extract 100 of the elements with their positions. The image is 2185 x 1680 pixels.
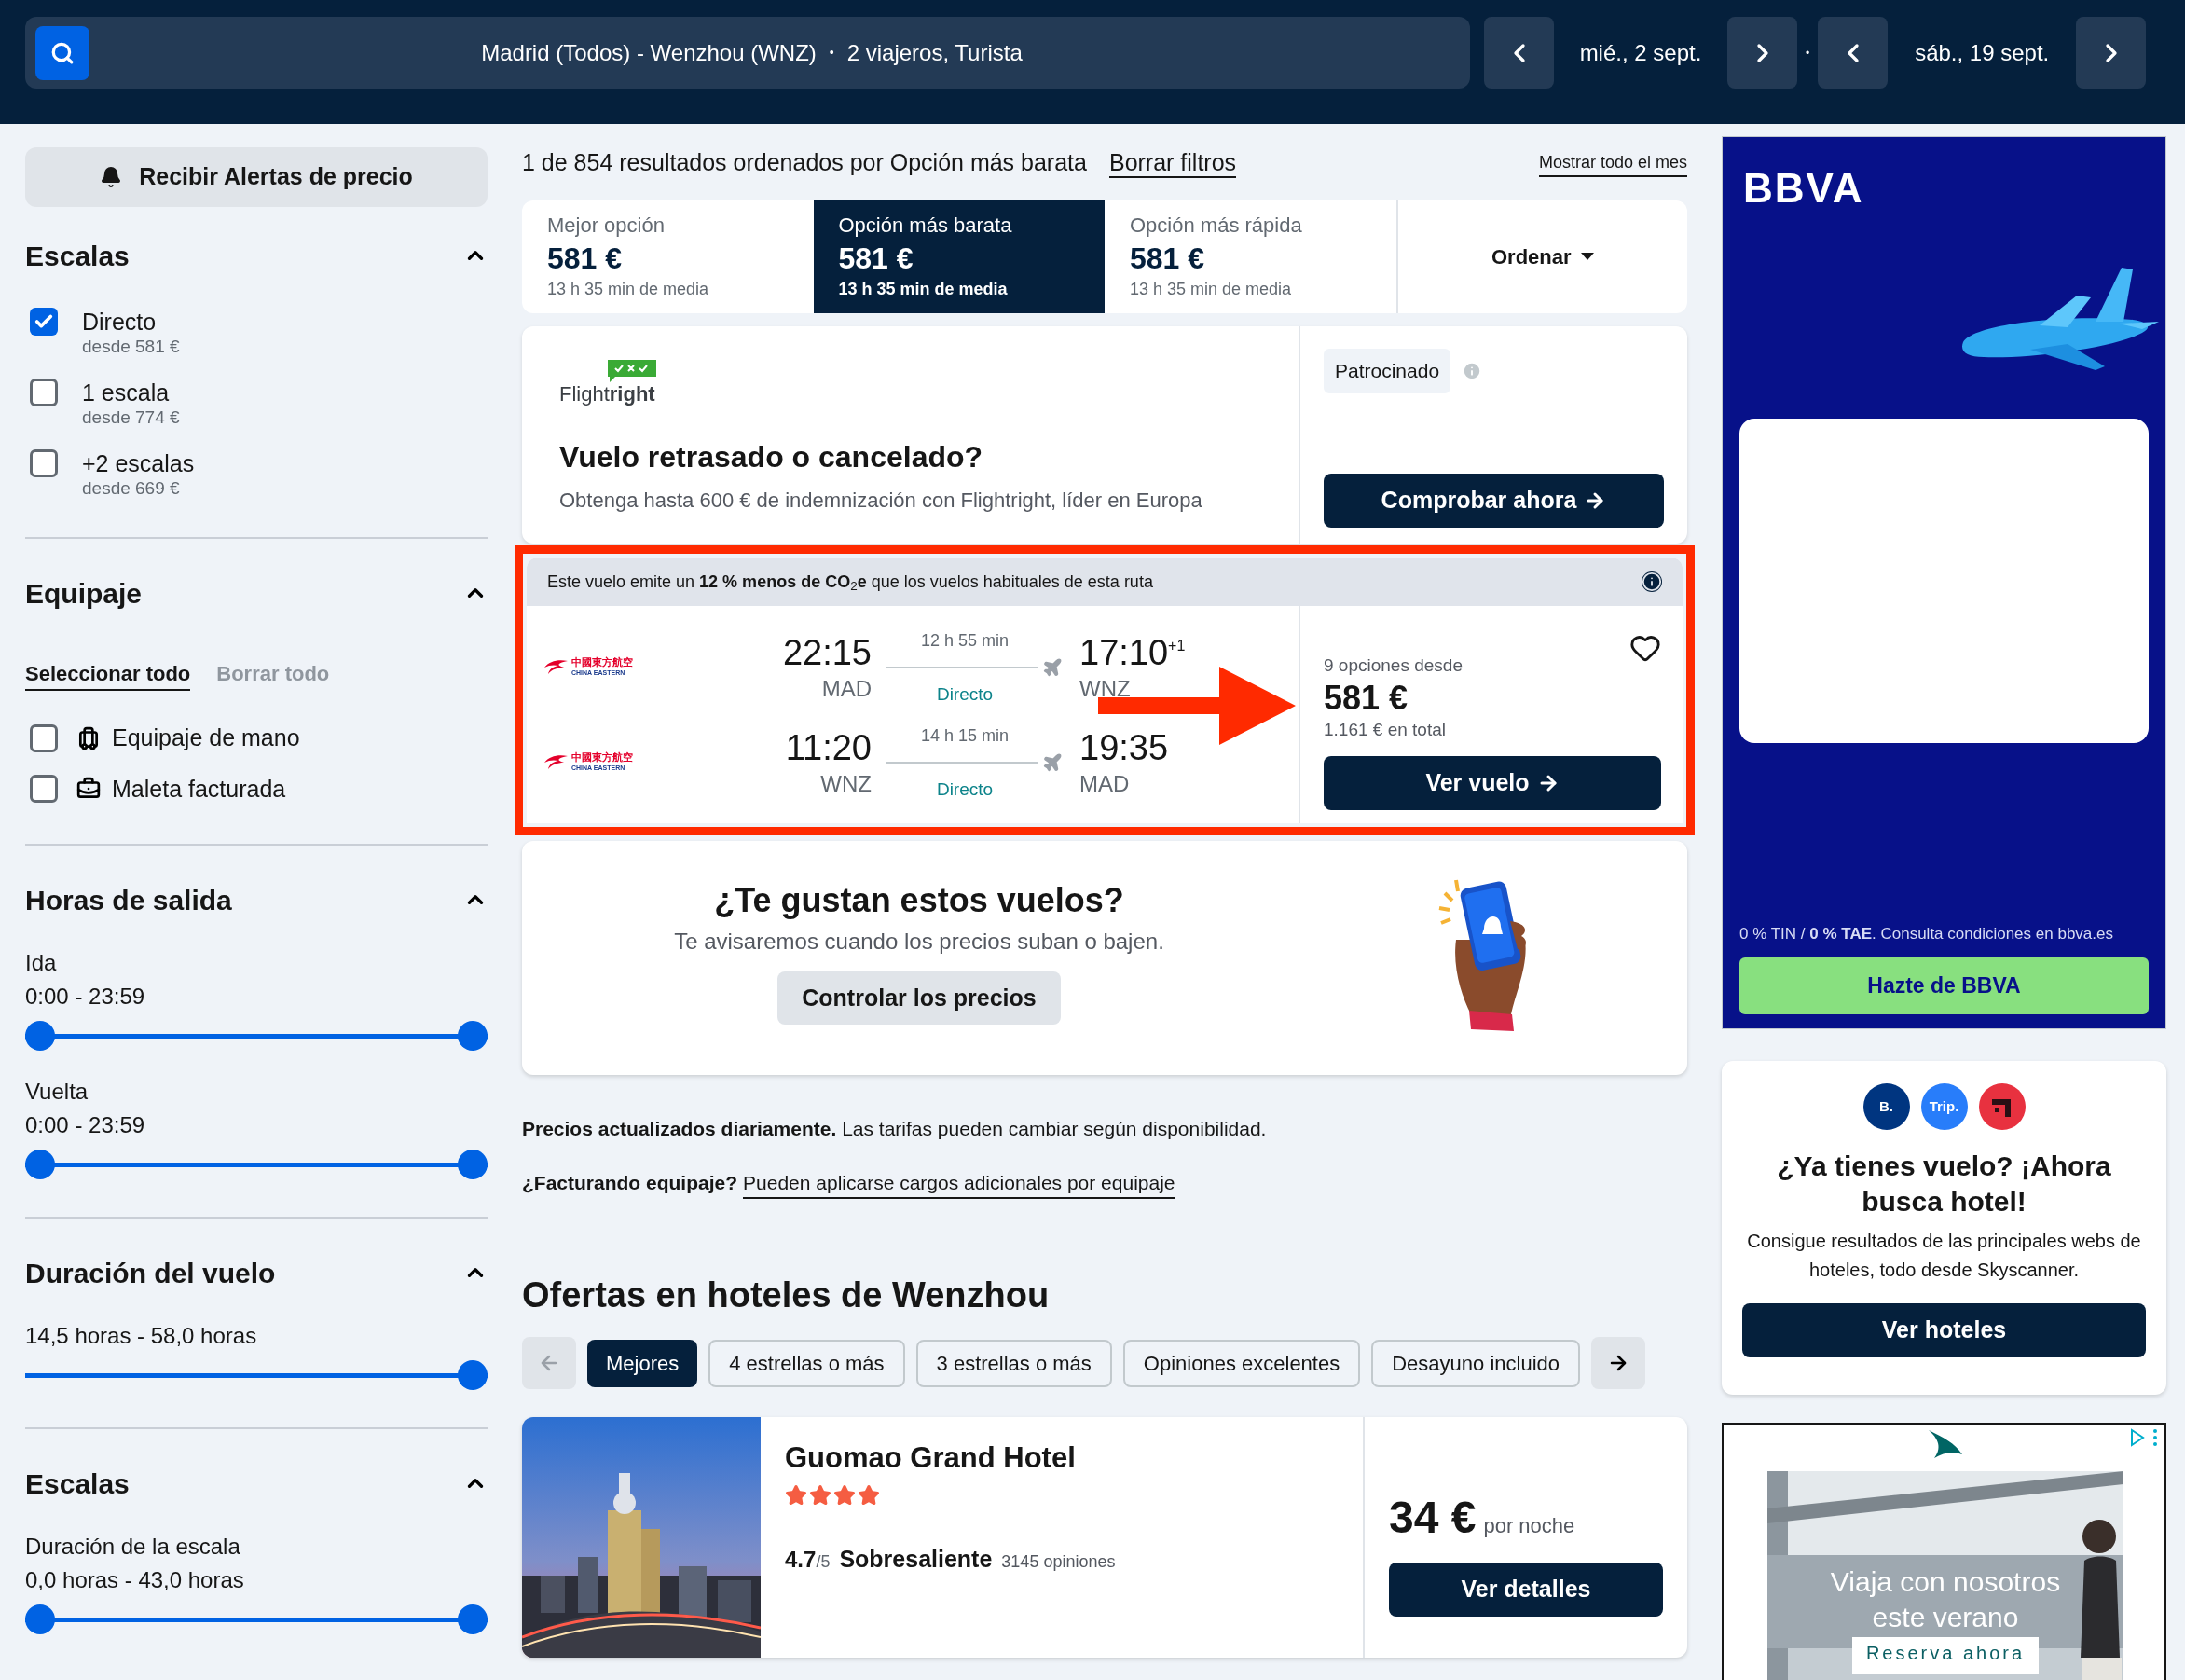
price-alert-title: ¿Te gustan estos vuelos? [714,880,1124,921]
clear-filters-link[interactable]: Borrar filtros [1108,148,1237,178]
filter-chip[interactable]: Desayuno incluido [1371,1339,1580,1387]
option-price: desde 669 € [82,477,181,500]
price-alert-text: Te avisaremos cuando los precios suban o bajen. [674,928,1164,956]
departure-time: 22:15 [782,631,872,674]
sponsored-title: Vuelo retrasado o cancelado? [559,439,984,475]
filter-heading: Horas de salida [25,883,232,917]
star-icon [858,1484,880,1507]
sort-dropdown[interactable]: Ordenar [1491,241,1594,272]
review-count: 3145 opiniones [1001,1551,1116,1573]
checkbox[interactable] [30,308,58,336]
slider-handle[interactable] [458,1604,488,1634]
sort-tab[interactable]: Mejor opción 581 € 13 h 35 min de media [522,200,814,313]
show-month-link[interactable]: Mostrar todo el mes [1538,149,1687,177]
total-price: 1.161 € en total [1324,718,1447,741]
slider-handle[interactable] [458,1021,488,1051]
return-date[interactable]: sáb., 19 sept. [1888,17,2077,89]
slider-handle[interactable] [25,1604,55,1634]
separator-dot: • [1806,45,1810,62]
partner-logo: B. [1862,1083,1910,1130]
speech-bubble-logo-icon [608,360,656,382]
sort-tab[interactable]: Opción más rápida 581 € 13 h 35 min de media [1105,200,1396,313]
slider-label: Duración de la escala [25,1533,241,1561]
star-icon [785,1484,807,1507]
options-count: 9 opciones desde [1324,654,1463,677]
review-score: 4.7/5 [785,1546,831,1574]
hotel-promo-text: Consigue resultados de las principales webs de hoteles, todo desde Skyscanner. [1746,1230,2142,1282]
option-label: 1 escala [82,379,171,406]
emissions-note: Este vuelo emite un 12 % menos de CO$_{2}$e que los vuelos habituales de esta ruta [547,571,1153,595]
departure-time: 11:20 [785,726,872,769]
scroll-right-button[interactable] [1591,1337,1645,1389]
filter-chip[interactable]: Opiniones excelentes [1122,1339,1361,1387]
hotel-promo-title: ¿Ya tienes vuelo? ¡Ahora busca hotel! [1776,1150,2112,1219]
view-flight-button[interactable]: Ver vuelo [1324,756,1661,810]
prices-note: Precios actualizados diariamente. Las tarifas pueden cambiar según disponibilidad. [522,1117,1268,1141]
partner-logo-icon [1978,1083,2026,1130]
slider-handle[interactable] [458,1150,488,1179]
search-summary-field[interactable]: Madrid (Todos) - Wenzhou (WNZ) • 2 viajeros, Turista [25,17,1470,89]
slider-range-text: 0:00 - 23:59 [25,983,146,1011]
filter-heading: Escalas [25,1467,130,1501]
price-unit: por noche [1483,1513,1575,1539]
sponsored-text: Obtenga hasta 600 € de indemnización con Flightright, líder en Europa [559,488,1203,514]
checkbox[interactable] [30,723,58,752]
price-alert-button[interactable]: Recibir Alertas de precio [25,147,488,207]
slider-label: Vuelta [25,1078,89,1106]
search-icon[interactable] [35,25,89,80]
caret-icon [1580,253,1594,261]
check-now-button[interactable]: Comprobar ahora [1324,473,1664,528]
option-label: Maleta facturada [112,774,286,804]
option-label: Equipaje de mano [112,723,300,752]
info-icon [1642,571,1662,592]
airport-code: WNZ [820,769,872,798]
filter-chip[interactable]: 3 estrellas o más [915,1339,1112,1387]
bell-icon [100,166,123,188]
airport-code: MAD [1079,769,1130,798]
flight-duration: 12 h 55 min [920,629,1010,652]
sort-tab[interactable]: Opción más barata 581 € 13 h 35 min de media [813,200,1105,313]
checkbox[interactable] [30,379,58,406]
hotel-price: 34 € [1389,1494,1477,1542]
airport-code: WNZ [1079,674,1131,703]
departure-date[interactable]: mié., 2 sept. [1554,17,1727,89]
track-prices-button[interactable]: Controlar los precios [777,971,1061,1025]
ad-terms: 0 % TIN / 0 % TAE. Consulta condiciones en bbva.es [1739,924,2114,944]
baggage-fees-link[interactable]: Pueden aplicarse cargos adicionales por equipaje [743,1167,1175,1199]
slider-handle[interactable] [25,1150,55,1179]
day-offset: +1 [1168,636,1186,654]
rating-label: Sobresaliente [839,1545,993,1574]
slider-label: Ida [25,949,58,977]
arrival-time: 19:35 [1079,726,1169,769]
filter-chip[interactable]: Mejores [587,1339,698,1387]
filter-heading: Duración del vuelo [25,1256,276,1290]
option-price: desde 774 € [82,406,180,429]
sponsored-tag: Patrocinado [1324,349,1451,393]
plane-icon [1042,656,1063,678]
airport-code: MAD [821,674,872,703]
book-now-button[interactable]: Reserva ahora [1852,1637,2039,1674]
view-details-button[interactable]: Ver detalles [1389,1563,1663,1617]
star-icon [809,1484,831,1507]
slider-handle[interactable] [458,1360,488,1390]
stops-text: Directo [936,682,995,706]
filter-heading: Escalas [25,239,130,273]
airline-name: 中國東方航空 [571,655,633,668]
slider-handle[interactable] [25,1021,55,1051]
results-summary: 1 de 854 resultados ordenados por Opción más barata [522,148,1087,178]
airline-name: 中國東方航空 [571,750,633,763]
checkbox[interactable] [30,775,58,804]
sponsor-logo-text: Flightright [559,382,655,406]
checkbox[interactable] [30,449,58,477]
baggage-note: ¿Facturando equipaje? [522,1170,738,1195]
option-label: +2 escalas [82,449,195,477]
join-bank-button[interactable]: Hazte de BBVA [1739,957,2149,1014]
partner-logo: Trip. [1920,1083,1968,1130]
travellers-text: 2 viajeros, Turista [846,38,1023,67]
cabin-bag-icon [76,725,101,750]
slider-range-text: 14,5 horas - 58,0 horas [25,1322,258,1350]
filter-chip[interactable]: 4 estrellas o más [708,1339,905,1387]
hotel-name: Guomao Grand Hotel [785,1440,1077,1476]
view-hotels-button[interactable]: Ver hoteles [1742,1303,2146,1357]
select-all-link[interactable]: Seleccionar todo [25,658,191,691]
